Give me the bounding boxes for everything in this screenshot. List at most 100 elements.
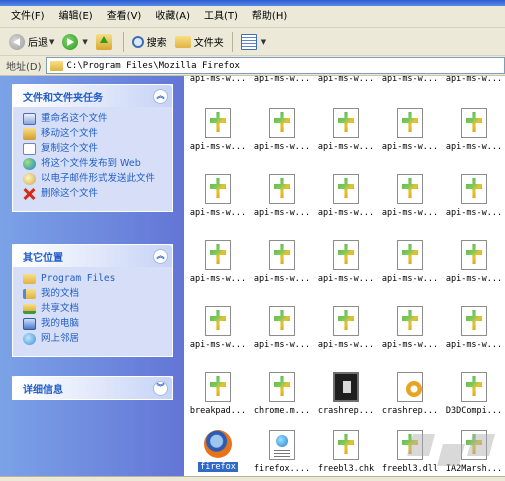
file-item[interactable]: api-ms-w...: [186, 76, 250, 84]
file-item[interactable]: freebl3.chk: [314, 430, 378, 474]
forward-button[interactable]: ▼: [59, 31, 90, 53]
menu-item[interactable]: 工具(T): [197, 6, 245, 28]
globe-icon: [23, 158, 36, 170]
file-item[interactable]: api-ms-w...: [314, 306, 378, 350]
file-item[interactable]: api-ms-w...: [250, 306, 314, 350]
place-program-files[interactable]: Program Files: [23, 273, 166, 285]
file-item[interactable]: crashrep...: [314, 372, 378, 416]
task-rename[interactable]: 重命名这个文件: [23, 113, 166, 125]
dll-file-icon: [333, 240, 359, 270]
watermark-logo: [400, 430, 500, 470]
file-item[interactable]: api-ms-w...: [250, 108, 314, 152]
file-item[interactable]: api-ms-w...: [186, 108, 250, 152]
file-name: api-ms-w...: [317, 142, 375, 152]
file-item[interactable]: D3DCompi...: [442, 372, 505, 416]
file-item[interactable]: api-ms-w...: [314, 240, 378, 284]
back-dropdown-icon[interactable]: ▼: [49, 38, 54, 46]
task-move[interactable]: 移动这个文件: [23, 128, 166, 140]
up-folder-icon: [95, 33, 112, 50]
address-input[interactable]: C:\Program Files\Mozilla Firefox: [45, 57, 505, 74]
file-name: freebl3.chk: [317, 464, 375, 474]
file-item[interactable]: firefox....: [250, 430, 314, 474]
copy-icon: [23, 143, 36, 155]
file-item[interactable]: api-ms-w...: [250, 76, 314, 84]
file-item[interactable]: api-ms-w...: [250, 174, 314, 218]
network-icon: [23, 333, 36, 345]
forward-dropdown-icon[interactable]: ▼: [82, 38, 87, 46]
views-button[interactable]: ▼: [238, 31, 269, 53]
file-item[interactable]: api-ms-w...: [378, 108, 442, 152]
file-item[interactable]: firefox: [186, 430, 250, 472]
file-item[interactable]: api-ms-w...: [314, 108, 378, 152]
file-item[interactable]: api-ms-w...: [442, 76, 505, 84]
file-item[interactable]: chrome.m...: [250, 372, 314, 416]
back-label: 后退: [28, 38, 48, 49]
my-documents-icon: [23, 289, 36, 299]
folders-button[interactable]: 文件夹: [172, 31, 227, 53]
file-item[interactable]: api-ms-w...: [442, 306, 505, 350]
task-publish-web[interactable]: 将这个文件发布到 Web: [23, 158, 166, 170]
dll-file-icon: [205, 306, 231, 336]
file-name: api-ms-w...: [381, 340, 439, 350]
menu-item[interactable]: 收藏(A): [148, 6, 197, 28]
web-document-icon: [269, 430, 295, 460]
file-item[interactable]: api-ms-w...: [186, 306, 250, 350]
task-copy[interactable]: 复制这个文件: [23, 143, 166, 155]
collapse-chevron-icon[interactable]: ︽: [153, 248, 168, 264]
file-name: api-ms-w...: [445, 76, 503, 84]
file-name: breakpad...: [189, 406, 247, 416]
address-path: C:\Program Files\Mozilla Firefox: [66, 60, 240, 71]
menu-item[interactable]: 编辑(E): [52, 6, 100, 28]
other-places-header[interactable]: 其它位置 ︽: [12, 244, 173, 267]
place-my-computer[interactable]: 我的电脑: [23, 318, 166, 330]
forward-arrow-icon: [62, 33, 79, 50]
file-item[interactable]: api-ms-w...: [314, 174, 378, 218]
file-item[interactable]: api-ms-w...: [378, 76, 442, 84]
place-label: Program Files: [41, 273, 116, 284]
views-dropdown-icon[interactable]: ▼: [261, 38, 266, 46]
place-my-documents[interactable]: 我的文档: [23, 288, 166, 300]
file-name: api-ms-w...: [381, 142, 439, 152]
file-item[interactable]: crashrep...: [378, 372, 442, 416]
file-name: chrome.m...: [253, 406, 311, 416]
menu-item[interactable]: 文件(F): [4, 6, 52, 28]
file-item[interactable]: api-ms-w...: [378, 174, 442, 218]
file-item[interactable]: api-ms-w...: [314, 76, 378, 84]
file-item[interactable]: api-ms-w...: [378, 240, 442, 284]
file-item[interactable]: api-ms-w...: [250, 240, 314, 284]
toolbar: 后退 ▼ ▼ 搜索 文件夹 ▼: [0, 28, 505, 56]
expand-chevron-icon[interactable]: ︾: [153, 380, 168, 396]
file-name: api-ms-w...: [189, 142, 247, 152]
search-button[interactable]: 搜索: [129, 31, 170, 53]
task-delete[interactable]: 删除这个文件: [23, 188, 166, 200]
file-name: api-ms-w...: [317, 208, 375, 218]
task-label: 将这个文件发布到 Web: [41, 158, 141, 169]
address-label: 地址(D): [6, 62, 42, 73]
menu-item[interactable]: 查看(V): [100, 6, 149, 28]
other-places-panel: 其它位置 ︽ Program Files 我的文档 共享文档 我的电脑 网上邻居: [12, 244, 173, 357]
other-places-title: 其它位置: [23, 252, 63, 264]
file-item[interactable]: api-ms-w...: [186, 240, 250, 284]
file-item[interactable]: breakpad...: [186, 372, 250, 416]
file-name: api-ms-w...: [381, 208, 439, 218]
place-shared-documents[interactable]: 共享文档: [23, 303, 166, 315]
place-label: 网上邻居: [41, 333, 80, 344]
place-network[interactable]: 网上邻居: [23, 333, 166, 345]
collapse-chevron-icon[interactable]: ︽: [153, 88, 168, 104]
up-folder-button[interactable]: [93, 31, 118, 53]
file-item[interactable]: api-ms-w...: [442, 108, 505, 152]
file-tasks-header[interactable]: 文件和文件夹任务 ︽: [12, 84, 173, 107]
watermark-shape: [437, 444, 465, 466]
file-item[interactable]: api-ms-w...: [442, 174, 505, 218]
details-header[interactable]: 详细信息 ︾: [12, 376, 173, 399]
file-name: api-ms-w...: [253, 208, 311, 218]
file-item[interactable]: api-ms-w...: [378, 306, 442, 350]
search-label: 搜索: [146, 38, 167, 49]
file-item[interactable]: api-ms-w...: [186, 174, 250, 218]
email-icon: [23, 173, 36, 185]
task-email[interactable]: 以电子邮件形式发送此文件: [23, 173, 166, 185]
back-button[interactable]: 后退 ▼: [6, 31, 57, 53]
menu-item[interactable]: 帮助(H): [245, 6, 294, 28]
dll-file-icon: [461, 108, 487, 138]
file-item[interactable]: api-ms-w...: [442, 240, 505, 284]
